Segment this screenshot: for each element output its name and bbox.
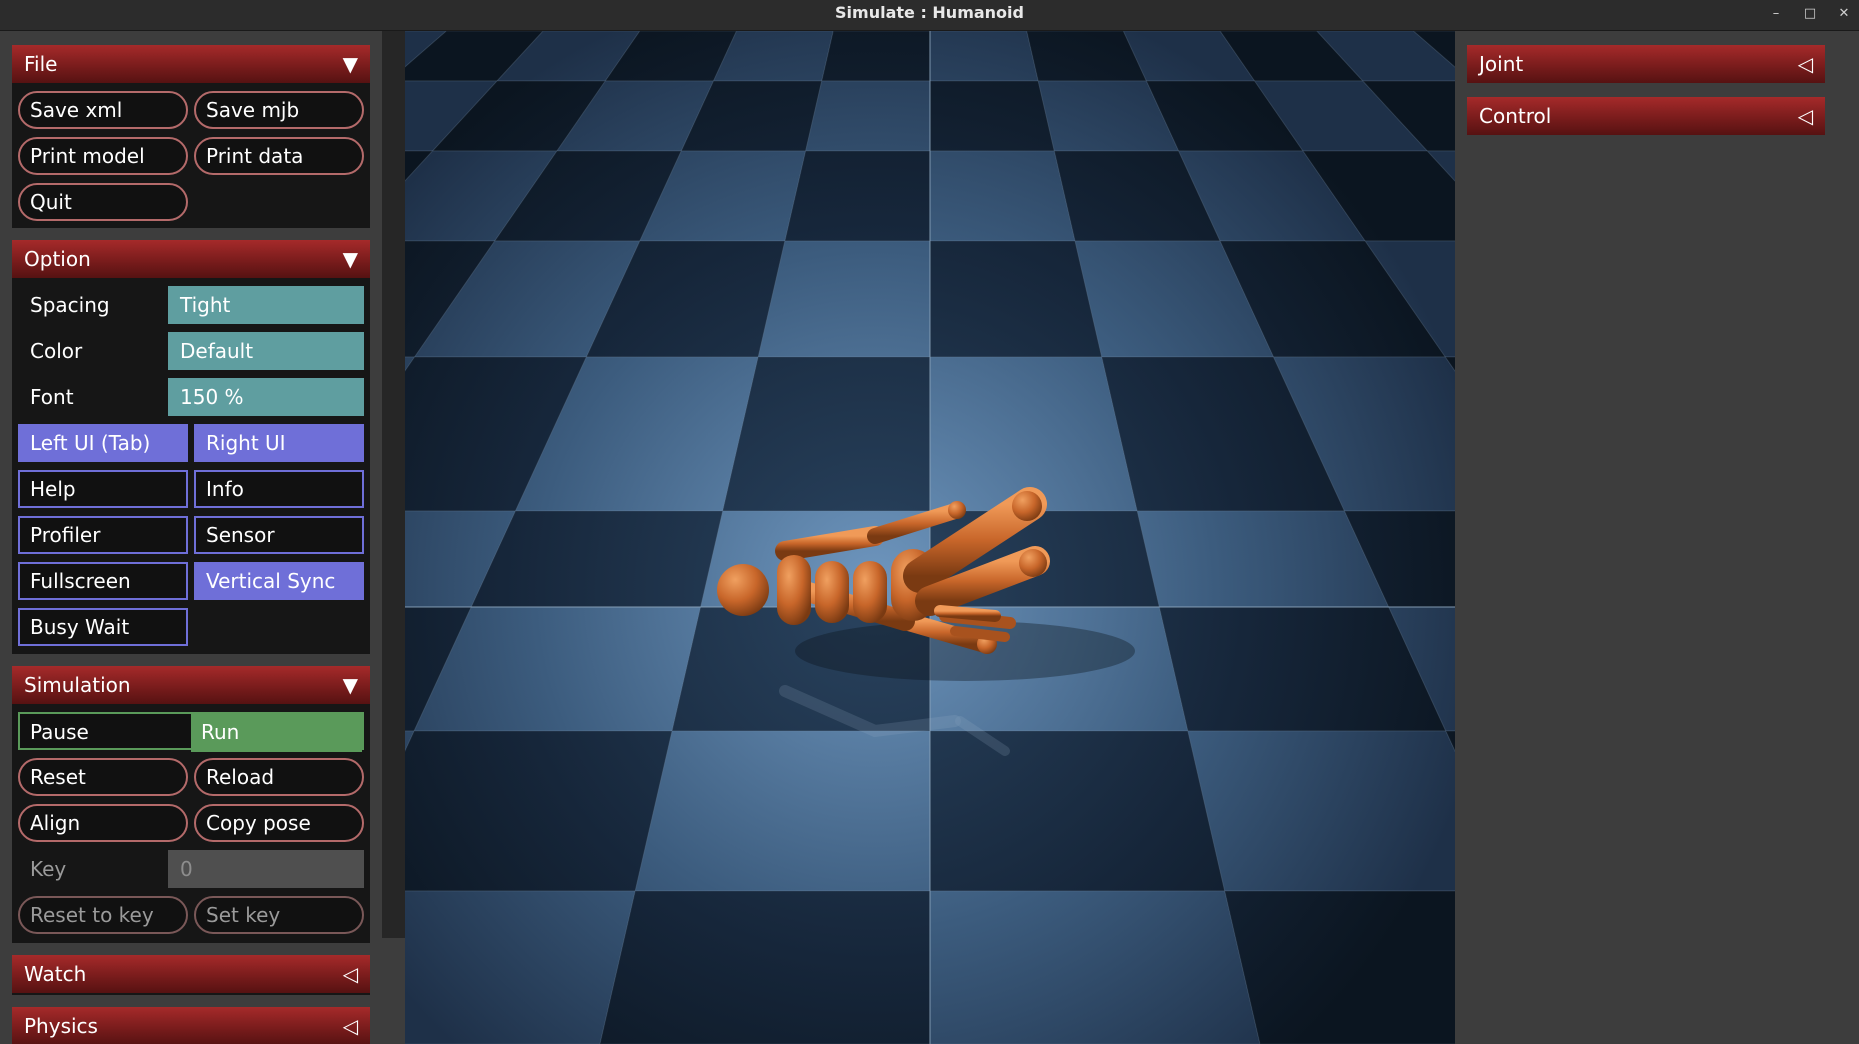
option-section-header[interactable]: Option ▼: [12, 240, 370, 278]
title-bar: Simulate : Humanoid – □ ✕: [0, 0, 1859, 31]
3d-scene: [405, 31, 1455, 1044]
floor-tile: [929, 150, 1076, 242]
joint-section-title: Joint: [1479, 52, 1524, 76]
option-section-title: Option: [24, 247, 91, 271]
font-select[interactable]: 150 %: [168, 378, 364, 416]
option-section: Option ▼ Spacing Tight Color Default Fon…: [12, 240, 370, 654]
profiler-toggle[interactable]: Profiler: [18, 516, 188, 554]
busy-wait-toggle[interactable]: Busy Wait: [18, 608, 188, 646]
floor-tile: [634, 730, 931, 892]
set-key-button[interactable]: Set key: [194, 896, 364, 934]
triangle-left-icon: ◁: [1797, 104, 1813, 128]
physics-section-title: Physics: [24, 1014, 98, 1038]
floor-tile: [757, 240, 931, 358]
pause-option[interactable]: Pause: [20, 714, 191, 752]
left-panel-scrollbar[interactable]: [382, 31, 405, 938]
reset-button[interactable]: Reset: [18, 758, 188, 796]
watch-section-header[interactable]: Watch ◁: [12, 955, 370, 993]
floor-tile: [470, 510, 724, 608]
control-section-title: Control: [1479, 104, 1552, 128]
save-xml-button[interactable]: Save xml: [18, 91, 188, 129]
spacing-select[interactable]: Tight: [168, 286, 364, 324]
triangle-down-icon: ▼: [342, 247, 358, 271]
floor-tile: [805, 80, 931, 152]
left-ui-toggle[interactable]: Left UI (Tab): [18, 424, 188, 462]
fullscreen-toggle[interactable]: Fullscreen: [18, 562, 188, 600]
simulation-viewport[interactable]: [405, 31, 1455, 1044]
reset-to-key-button[interactable]: Reset to key: [18, 896, 188, 934]
right-ui-panel: Joint ◁ Control ◁: [1455, 31, 1859, 1044]
floor-tile: [929, 730, 1226, 892]
run-option[interactable]: Run: [191, 714, 362, 752]
physics-section-header[interactable]: Physics ◁: [12, 1007, 370, 1044]
floor-tile: [1187, 730, 1455, 892]
watch-section: Watch ◁: [12, 955, 370, 995]
print-data-button[interactable]: Print data: [194, 137, 364, 175]
floor-tile: [405, 890, 636, 1044]
quit-button[interactable]: Quit: [18, 183, 188, 221]
left-ui-panel: File ▼ Save xml Save mjb Print model Pri…: [0, 31, 382, 1044]
floor-tile: [929, 890, 1261, 1044]
reload-button[interactable]: Reload: [194, 758, 364, 796]
sensor-toggle[interactable]: Sensor: [194, 516, 364, 554]
floor-tile: [405, 730, 673, 892]
close-icon[interactable]: ✕: [1833, 4, 1855, 24]
simulation-section: Simulation ▼ Pause Run Reset Reload Alig…: [12, 666, 370, 943]
floor-tile: [784, 150, 931, 242]
watch-section-title: Watch: [24, 962, 87, 986]
color-label: Color: [30, 339, 83, 363]
joint-section-header[interactable]: Joint ◁: [1467, 45, 1825, 83]
color-select[interactable]: Default: [168, 332, 364, 370]
simulation-section-title: Simulation: [24, 673, 131, 697]
left-panel-scrollbar-track: [382, 938, 405, 1044]
file-section-title: File: [24, 52, 58, 76]
vertical-sync-toggle[interactable]: Vertical Sync: [194, 562, 364, 600]
control-section-header[interactable]: Control ◁: [1467, 97, 1825, 135]
joint-section: Joint ◁: [1467, 45, 1825, 83]
file-section-header[interactable]: File ▼: [12, 45, 370, 83]
minimize-icon[interactable]: –: [1765, 4, 1787, 24]
triangle-left-icon: ◁: [1797, 52, 1813, 76]
floor-tile: [722, 356, 931, 512]
physics-section: Physics ◁: [12, 1007, 370, 1044]
simulation-section-header[interactable]: Simulation ▼: [12, 666, 370, 704]
run-pause-radio: Pause Run: [18, 712, 364, 752]
floor-tile: [821, 31, 931, 82]
maximize-icon[interactable]: □: [1799, 4, 1821, 24]
triangle-down-icon: ▼: [342, 52, 358, 76]
save-mjb-button[interactable]: Save mjb: [194, 91, 364, 129]
info-toggle[interactable]: Info: [194, 470, 364, 508]
triangle-left-icon: ◁: [342, 1014, 358, 1038]
floor-tile: [1224, 890, 1455, 1044]
font-label: Font: [30, 385, 74, 409]
help-toggle[interactable]: Help: [18, 470, 188, 508]
floor-tile: [929, 31, 1039, 82]
floor-tile: [929, 80, 1055, 152]
floor-tile: [929, 240, 1103, 358]
copy-pose-button[interactable]: Copy pose: [194, 804, 364, 842]
file-section: File ▼ Save xml Save mjb Print model Pri…: [12, 45, 370, 228]
spacing-label: Spacing: [30, 293, 110, 317]
control-section: Control ◁: [1467, 97, 1825, 135]
align-button[interactable]: Align: [18, 804, 188, 842]
triangle-down-icon: ▼: [342, 673, 358, 697]
window-title: Simulate : Humanoid: [835, 3, 1024, 22]
key-label: Key: [30, 857, 67, 881]
floor-tile: [599, 890, 931, 1044]
triangle-left-icon: ◁: [342, 962, 358, 986]
key-slider[interactable]: 0: [168, 850, 364, 888]
print-model-button[interactable]: Print model: [18, 137, 188, 175]
right-ui-toggle[interactable]: Right UI: [194, 424, 364, 462]
